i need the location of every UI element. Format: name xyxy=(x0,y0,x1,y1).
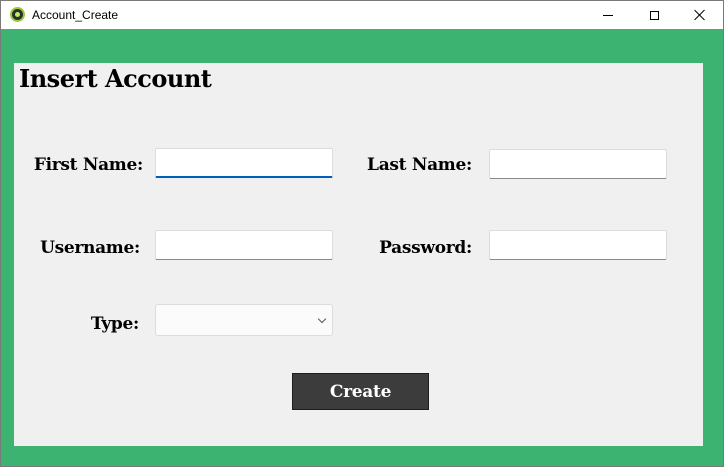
minimize-button[interactable] xyxy=(585,1,631,29)
app-logo-icon xyxy=(10,7,25,22)
close-button[interactable] xyxy=(677,1,723,29)
password-label: Password: xyxy=(379,238,472,258)
type-select[interactable] xyxy=(155,304,333,336)
app-window: Account_Create Insert Account First Name… xyxy=(0,0,724,467)
window-title: Account_Create xyxy=(32,8,119,22)
page-title: Insert Account xyxy=(19,64,212,93)
title-bar[interactable]: Account_Create xyxy=(1,1,723,29)
minimize-icon xyxy=(603,14,613,16)
maximize-icon xyxy=(649,10,659,20)
last-name-label: Last Name: xyxy=(367,155,472,175)
close-icon xyxy=(694,9,706,21)
username-input[interactable] xyxy=(155,230,333,260)
first-name-label: First Name: xyxy=(33,155,143,175)
maximize-button[interactable] xyxy=(631,1,677,29)
password-input[interactable] xyxy=(489,230,667,260)
last-name-input[interactable] xyxy=(489,149,667,179)
create-button[interactable]: Create xyxy=(292,373,429,410)
form-panel: Insert Account First Name: Last Name: Us… xyxy=(14,63,703,446)
type-label: Type: xyxy=(90,314,139,334)
chevron-down-icon xyxy=(317,314,327,324)
first-name-input[interactable] xyxy=(155,148,333,178)
username-label: Username: xyxy=(40,238,140,258)
